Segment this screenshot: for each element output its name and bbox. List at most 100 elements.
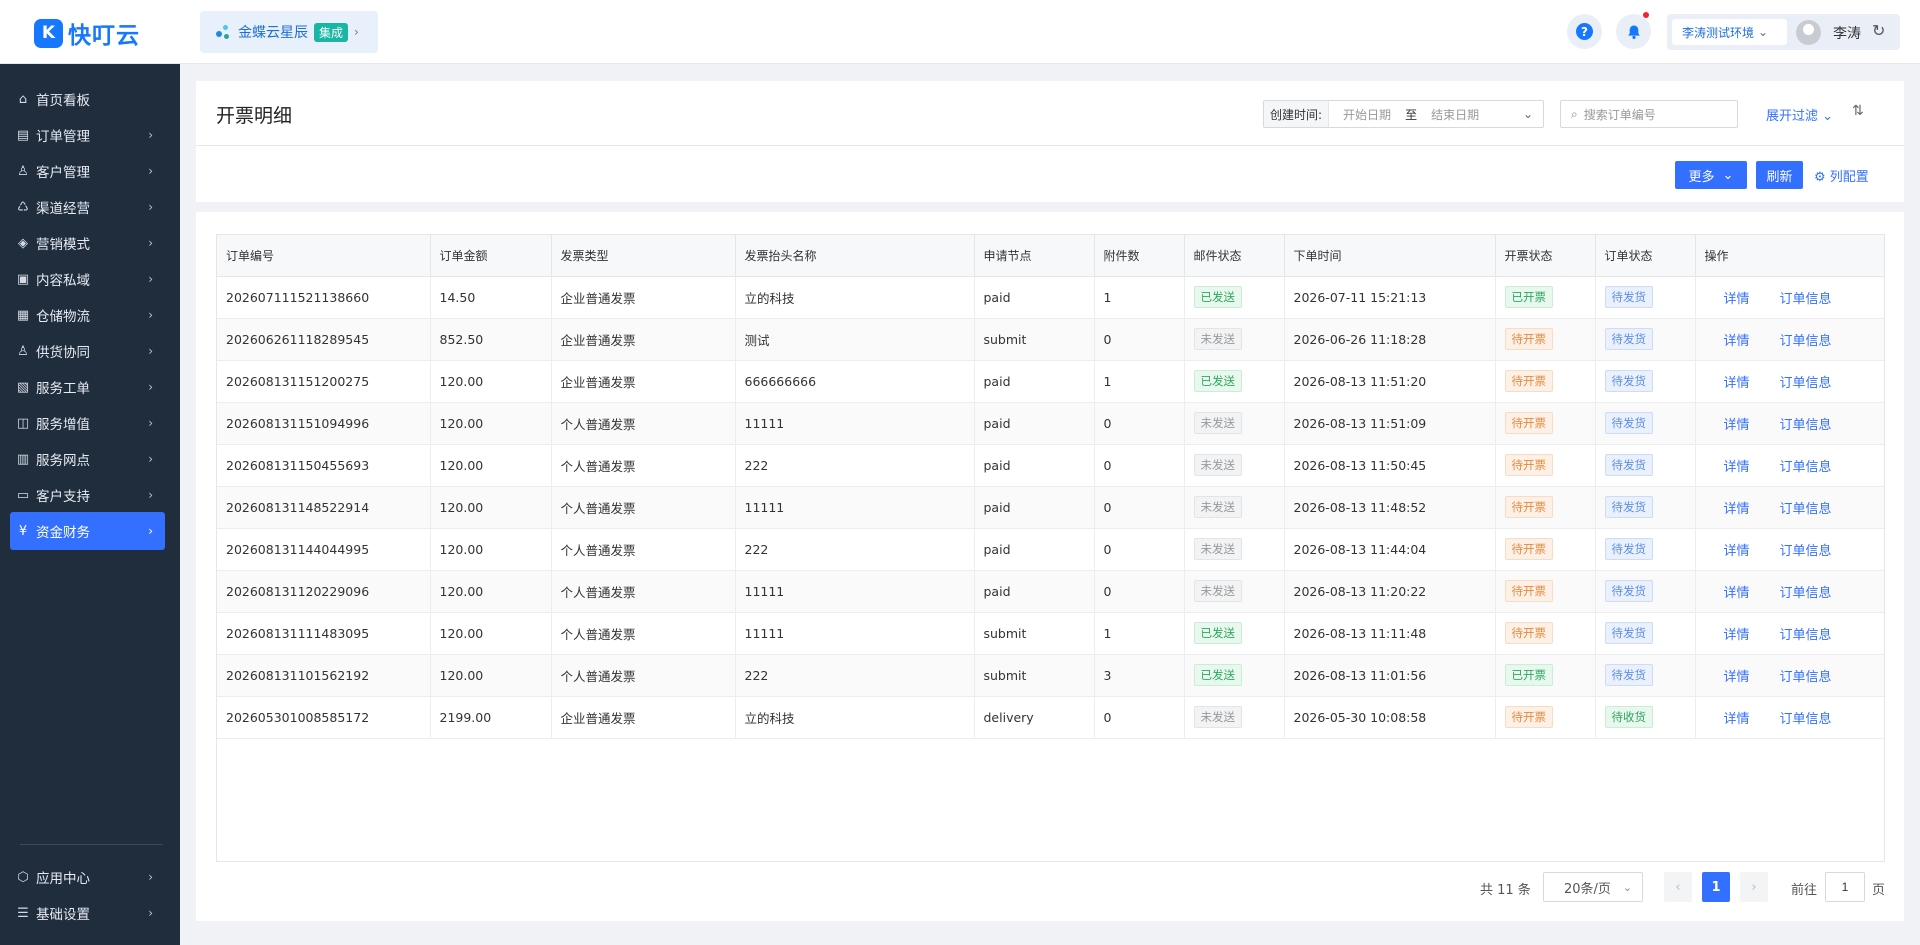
order-info-link[interactable]: 订单信息: [1780, 418, 1832, 433]
goto-page-input[interactable]: [1825, 872, 1865, 902]
mail-status-badge: 已发送: [1193, 622, 1242, 644]
actions-cell: 详情 订单信息: [1695, 528, 1884, 571]
table-row[interactable]: 202608131144044995 120.00 个人普通发票 222 paid 0 未发…: [217, 528, 1884, 571]
sidebar-item-label: 服务增值: [36, 417, 90, 433]
actions-cell: 详情 订单信息: [1695, 612, 1884, 655]
sidebar-item-channel[interactable]: ♺ 渠道经营 ›: [10, 188, 165, 226]
order-info-link[interactable]: 订单信息: [1780, 628, 1832, 643]
sidebar-item-supply[interactable]: ♙ 供货协同 ›: [10, 332, 165, 370]
order-info-link[interactable]: 订单信息: [1780, 670, 1832, 685]
column-header: 开票状态: [1495, 235, 1596, 277]
invoice-title: 222: [735, 654, 975, 697]
next-page-button[interactable]: ›: [1740, 872, 1768, 902]
sidebar-item-warehouse[interactable]: ▦ 仓储物流 ›: [10, 296, 165, 334]
created-date-range[interactable]: 创建时间: 开始日期 至 结束日期 ⌄: [1263, 100, 1544, 128]
detail-link[interactable]: 详情: [1724, 670, 1750, 685]
detail-link[interactable]: 详情: [1724, 334, 1750, 349]
table-row[interactable]: 202608131150455693 120.00 个人普通发票 222 paid 0 未发…: [217, 444, 1884, 487]
sidebar-item-ticket[interactable]: ▧ 服务工单 ›: [10, 368, 165, 406]
mail-status-cell: 未发送: [1184, 318, 1285, 361]
more-button[interactable]: 更多 ⌄: [1675, 161, 1747, 189]
order-info-link[interactable]: 订单信息: [1780, 334, 1832, 349]
sidebar-item-support[interactable]: ▭ 客户支持 ›: [10, 476, 165, 514]
table-row[interactable]: 202608131151094996 120.00 个人普通发票 11111 paid 0…: [217, 402, 1884, 445]
sort-icon[interactable]: ⇅: [1852, 103, 1864, 119]
order-time: 2026-08-13 11:20:22: [1284, 570, 1496, 613]
invoice-status-cell: 待开票: [1495, 612, 1596, 655]
table-row[interactable]: 202607111521138660 14.50 企业普通发票 立的科技 paid 1 已发…: [217, 276, 1884, 319]
sidebar-item-document[interactable]: ▤ 订单管理 ›: [10, 116, 165, 154]
table-row[interactable]: 202606261118289545 852.50 企业普通发票 测试 submit 0 未…: [217, 318, 1884, 361]
column-config-button[interactable]: ⚙ 列配置: [1814, 166, 1869, 185]
top-header: K 快叮云 金蝶云星辰 集成 › ? 李涛测试环境 ⌄ 李涛 ↻: [0, 0, 1920, 64]
sidebar-item-label: 服务工单: [36, 381, 90, 397]
chevron-right-icon: ›: [148, 416, 153, 430]
page-number-current[interactable]: 1: [1702, 872, 1730, 902]
order-info-link[interactable]: 订单信息: [1780, 376, 1832, 391]
order-amount: 120.00: [430, 570, 552, 613]
order-status-cell: 待发货: [1595, 276, 1696, 319]
detail-link[interactable]: 详情: [1724, 502, 1750, 517]
sidebar-item-home[interactable]: ⌂ 首页看板: [10, 80, 165, 118]
detail-link[interactable]: 详情: [1724, 418, 1750, 433]
invoice-status-cell: 待开票: [1495, 696, 1596, 739]
reload-icon[interactable]: ↻: [1872, 21, 1885, 40]
app-logo[interactable]: K 快叮云: [34, 16, 140, 50]
order-status-cell: 待发货: [1595, 360, 1696, 403]
detail-link[interactable]: 详情: [1724, 586, 1750, 601]
invoice-title: 11111: [735, 612, 975, 655]
mail-status-badge: 已发送: [1193, 664, 1242, 686]
order-info-link[interactable]: 订单信息: [1780, 712, 1832, 727]
sidebar-item-app-center[interactable]: ⬡ 应用中心 ›: [10, 858, 165, 896]
table-row[interactable]: 202608131151200275 120.00 企业普通发票 666666666 p…: [217, 360, 1884, 403]
chevron-right-icon: ›: [354, 25, 359, 39]
order-amount: 120.00: [430, 360, 552, 403]
expand-filter-button[interactable]: 展开过滤 ⌄: [1766, 105, 1833, 124]
chevron-down-icon: ⌄: [1758, 25, 1769, 39]
detail-link[interactable]: 详情: [1724, 292, 1750, 307]
sidebar-item-tag[interactable]: ◈ 营销模式 ›: [10, 224, 165, 262]
table-row[interactable]: 202608131111483095 120.00 个人普通发票 11111 submi…: [217, 612, 1884, 655]
sidebar-item-user[interactable]: ♙ 客户管理 ›: [10, 152, 165, 190]
help-button[interactable]: ?: [1567, 14, 1602, 49]
order-search-input[interactable]: ⌕ 搜索订单编号: [1560, 100, 1738, 128]
detail-link[interactable]: 详情: [1724, 544, 1750, 559]
order-info-link[interactable]: 订单信息: [1780, 586, 1832, 601]
attachment-count: 0: [1094, 444, 1185, 487]
table-row[interactable]: 202608131148522914 120.00 个人普通发票 11111 paid 0…: [217, 486, 1884, 529]
user-area: 李涛测试环境 ⌄ 李涛 ↻: [1667, 14, 1900, 50]
avatar[interactable]: [1796, 20, 1821, 45]
detail-link[interactable]: 详情: [1724, 376, 1750, 391]
order-info-link[interactable]: 订单信息: [1780, 544, 1832, 559]
attachment-count: 0: [1094, 402, 1185, 445]
sidebar-item-settings-list[interactable]: ☰ 基础设置 ›: [10, 894, 165, 932]
order-status-badge: 待发货: [1604, 412, 1653, 434]
invoice-title: 11111: [735, 486, 975, 529]
sidebar-item-image[interactable]: ▣ 内容私域 ›: [10, 260, 165, 298]
sidebar-item-store[interactable]: ▥ 服务网点 ›: [10, 440, 165, 478]
integration-switcher[interactable]: 金蝶云星辰 集成 ›: [200, 11, 378, 53]
order-info-link[interactable]: 订单信息: [1780, 502, 1832, 517]
order-info-link[interactable]: 订单信息: [1780, 460, 1832, 475]
app-center-icon: ⬡: [17, 869, 29, 885]
prev-page-button[interactable]: ‹: [1664, 872, 1692, 902]
user-name[interactable]: 李涛: [1833, 23, 1861, 43]
start-date-input[interactable]: 开始日期: [1343, 106, 1391, 123]
sidebar-item-bag[interactable]: ◫ 服务增值 ›: [10, 404, 165, 442]
end-date-input[interactable]: 结束日期: [1431, 106, 1479, 123]
notification-button[interactable]: [1616, 12, 1651, 49]
refresh-button[interactable]: 刷新: [1756, 161, 1803, 189]
sidebar-item-finance[interactable]: ¥ 资金财务 ›: [10, 512, 165, 550]
search-placeholder: 搜索订单编号: [1583, 107, 1656, 122]
table-row[interactable]: 202608131101562192 120.00 个人普通发票 222 submit 3…: [217, 654, 1884, 697]
table-row[interactable]: 202608131120229096 120.00 个人普通发票 11111 paid 0…: [217, 570, 1884, 613]
actions-cell: 详情 订单信息: [1695, 444, 1884, 487]
order-info-link[interactable]: 订单信息: [1780, 292, 1832, 307]
detail-link[interactable]: 详情: [1724, 460, 1750, 475]
detail-link[interactable]: 详情: [1724, 712, 1750, 727]
page-size-select[interactable]: 20条/页 ⌄: [1543, 872, 1643, 902]
table-row[interactable]: 202605301008585172 2199.00 企业普通发票 立的科技 deliv…: [217, 696, 1884, 739]
detail-link[interactable]: 详情: [1724, 628, 1750, 643]
user-icon: ♙: [17, 163, 29, 179]
environment-selector[interactable]: 李涛测试环境 ⌄: [1672, 19, 1787, 45]
